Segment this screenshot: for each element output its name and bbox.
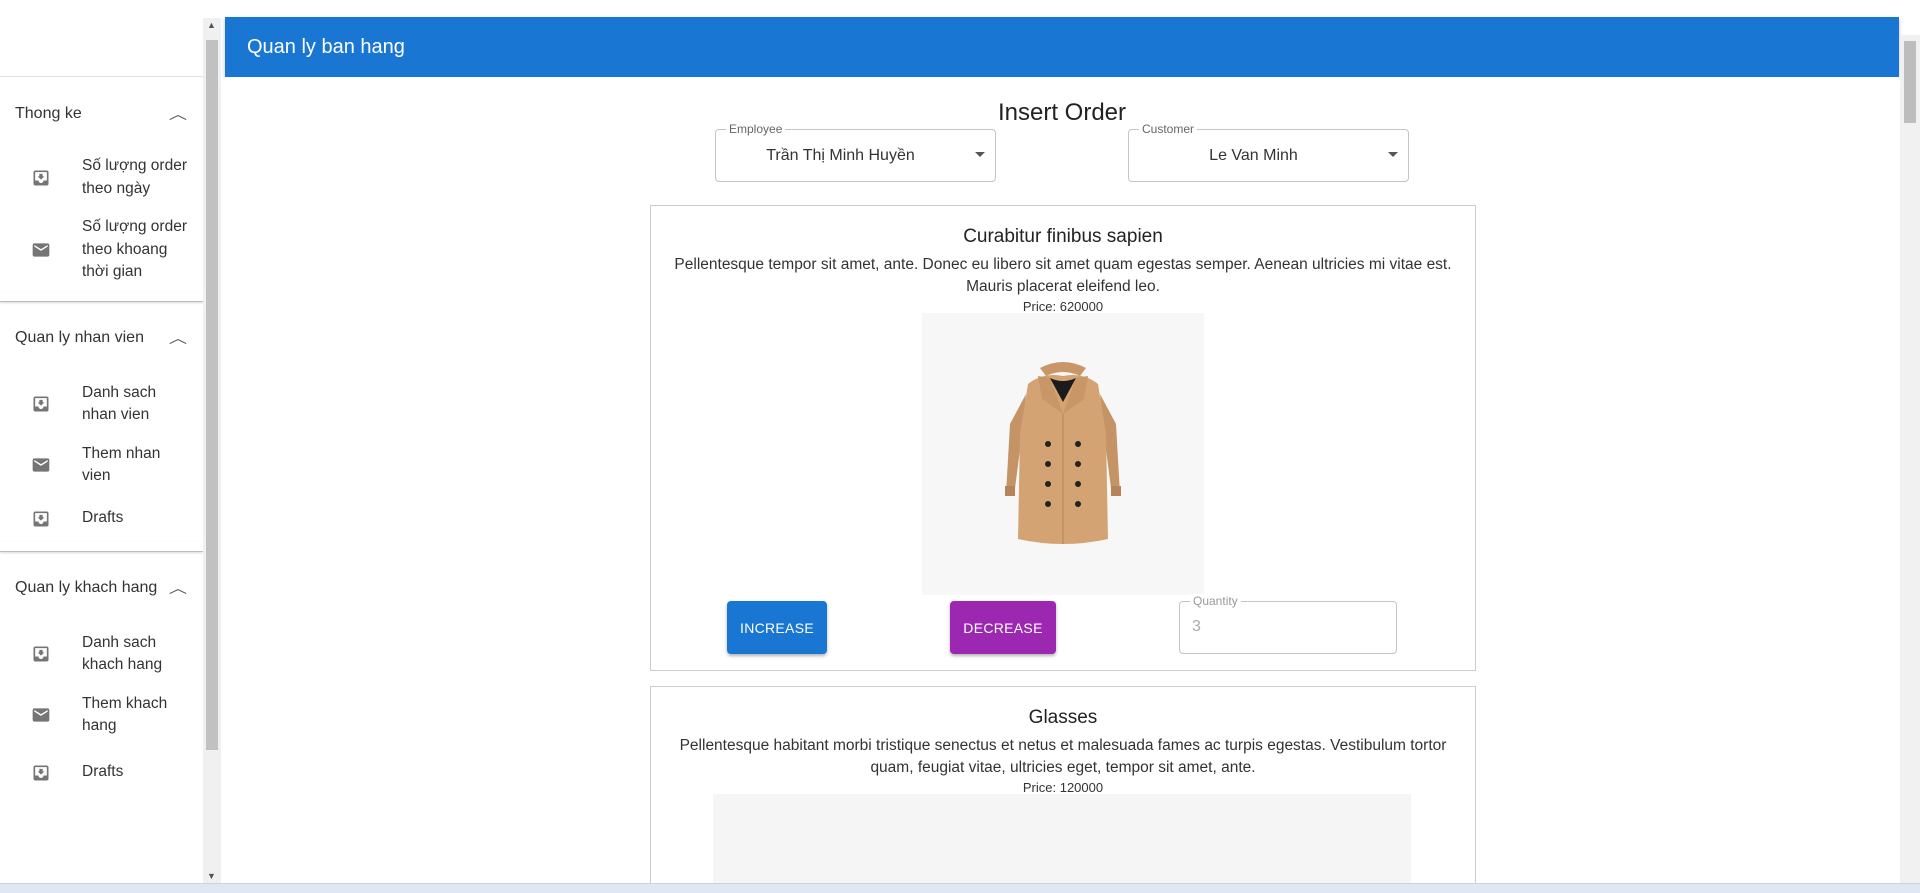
section-title: Quan ly nhan vien xyxy=(15,328,144,346)
sidebar-scrollbar[interactable]: ▲ ▼ xyxy=(203,18,221,883)
customer-select[interactable]: Customer Le Van Minh xyxy=(1128,122,1409,182)
sidebar-scrollbar-thumb[interactable] xyxy=(206,40,218,750)
divider xyxy=(0,542,203,552)
quantity-label: Quantity xyxy=(1190,594,1241,608)
page-title: Insert Order xyxy=(997,99,1127,126)
chevron-up-icon: ︿ xyxy=(168,329,188,346)
product-card: Curabitur finibus sapien Pellentesque te… xyxy=(650,205,1476,671)
page-scrollbar[interactable] xyxy=(1900,35,1920,883)
decrease-button[interactable]: DECREASE xyxy=(950,601,1056,654)
sidebar-section-thong-ke[interactable]: Thong ke ︿ xyxy=(0,77,203,151)
product-description: Pellentesque tempor sit amet, ante. Done… xyxy=(674,256,1452,295)
product-image-glasses xyxy=(713,794,1411,893)
sidebar-header xyxy=(0,0,203,77)
chevron-up-icon: ︿ xyxy=(168,579,188,596)
product-card: Glasses Pellentesque habitant morbi tris… xyxy=(650,686,1476,893)
sidebar-item-them-khach-hang[interactable]: Them khach hang xyxy=(0,685,203,746)
increase-button[interactable]: INCREASE xyxy=(727,601,827,654)
caret-down-icon xyxy=(1388,152,1398,157)
sidebar-item-drafts[interactable]: Drafts xyxy=(0,496,203,542)
sidebar-item-label: Số lượng order theo ngày xyxy=(82,157,187,197)
employee-value: Trần Thị Minh Huyền xyxy=(766,147,915,164)
app-bar: Quan ly ban hang xyxy=(225,17,1899,77)
sidebar-item-label: Danh sach khach hang xyxy=(82,633,163,674)
chevron-up-icon: ︿ xyxy=(168,106,188,122)
sidebar-item-danh-sach-nhan-vien[interactable]: Danh sach nhan vien xyxy=(0,374,203,435)
move-to-inbox-icon xyxy=(30,643,52,665)
sidebar-item-label: Số lượng order theo khoang thời gian xyxy=(82,218,187,280)
sidebar-item-drafts[interactable]: Drafts xyxy=(0,746,203,800)
mail-icon xyxy=(30,704,52,726)
employee-select[interactable]: Employee Trần Thị Minh Huyền xyxy=(715,122,996,182)
sidebar-item-label: Danh sach nhan vien xyxy=(82,383,157,424)
sidebar-item-label: Drafts xyxy=(82,763,124,781)
sidebar-item-them-nhan-vien[interactable]: Them nhan vien xyxy=(0,435,203,496)
coat-image xyxy=(1005,362,1121,544)
customer-value: Le Van Minh xyxy=(1209,147,1298,164)
move-to-inbox-icon xyxy=(30,508,52,530)
mail-icon xyxy=(30,454,52,476)
product-name: Curabitur finibus sapien xyxy=(963,226,1163,247)
employee-label: Employee xyxy=(726,122,786,136)
page-scrollbar-thumb[interactable] xyxy=(1904,41,1916,123)
scroll-down-arrow-icon[interactable]: ▼ xyxy=(207,871,216,881)
product-description: Pellentesque habitant morbi tristique se… xyxy=(679,737,1447,776)
product-image-coat xyxy=(922,313,1204,595)
section-title: Quan ly khach hang xyxy=(15,578,158,596)
browser-top-strip xyxy=(0,0,1920,17)
sidebar-section-nhan-vien[interactable]: Quan ly nhan vien ︿ xyxy=(0,302,203,374)
move-to-inbox-icon xyxy=(30,393,52,415)
customer-label: Customer xyxy=(1139,122,1198,136)
sidebar-item-order-theo-ngay[interactable]: Số lượng order theo ngày xyxy=(0,147,203,208)
scroll-up-arrow-icon[interactable]: ▲ xyxy=(207,20,216,30)
quantity-field[interactable]: Quantity xyxy=(1179,594,1397,654)
product-price: Price: 120000 xyxy=(1022,780,1104,795)
sidebar: Thong ke ︿ Số lượng order theo ngày Số l… xyxy=(0,0,203,883)
section-title: Thong ke xyxy=(15,105,82,122)
caret-down-icon xyxy=(975,152,985,157)
move-to-inbox-icon xyxy=(30,167,52,189)
divider xyxy=(0,292,203,302)
mail-icon xyxy=(30,239,52,261)
sidebar-item-danh-sach-khach-hang[interactable]: Danh sach khach hang xyxy=(0,624,203,685)
taskbar-strip xyxy=(0,883,1920,893)
sidebar-item-order-theo-khoang[interactable]: Số lượng order theo khoang thời gian xyxy=(0,208,203,292)
sidebar-section-khach-hang[interactable]: Quan ly khach hang ︿ xyxy=(0,552,203,624)
sidebar-item-label: Them nhan vien xyxy=(82,444,161,485)
main-content: Insert Order Employee Trần Thị Minh Huyề… xyxy=(225,77,1899,893)
app-title: Quan ly ban hang xyxy=(247,35,405,58)
sidebar-item-label: Drafts xyxy=(82,509,124,527)
product-name: Glasses xyxy=(1028,707,1098,728)
quantity-input[interactable] xyxy=(1192,618,1382,636)
product-price: Price: 620000 xyxy=(1022,299,1104,314)
move-to-inbox-icon xyxy=(30,762,52,784)
sidebar-item-label: Them khach hang xyxy=(82,694,168,735)
